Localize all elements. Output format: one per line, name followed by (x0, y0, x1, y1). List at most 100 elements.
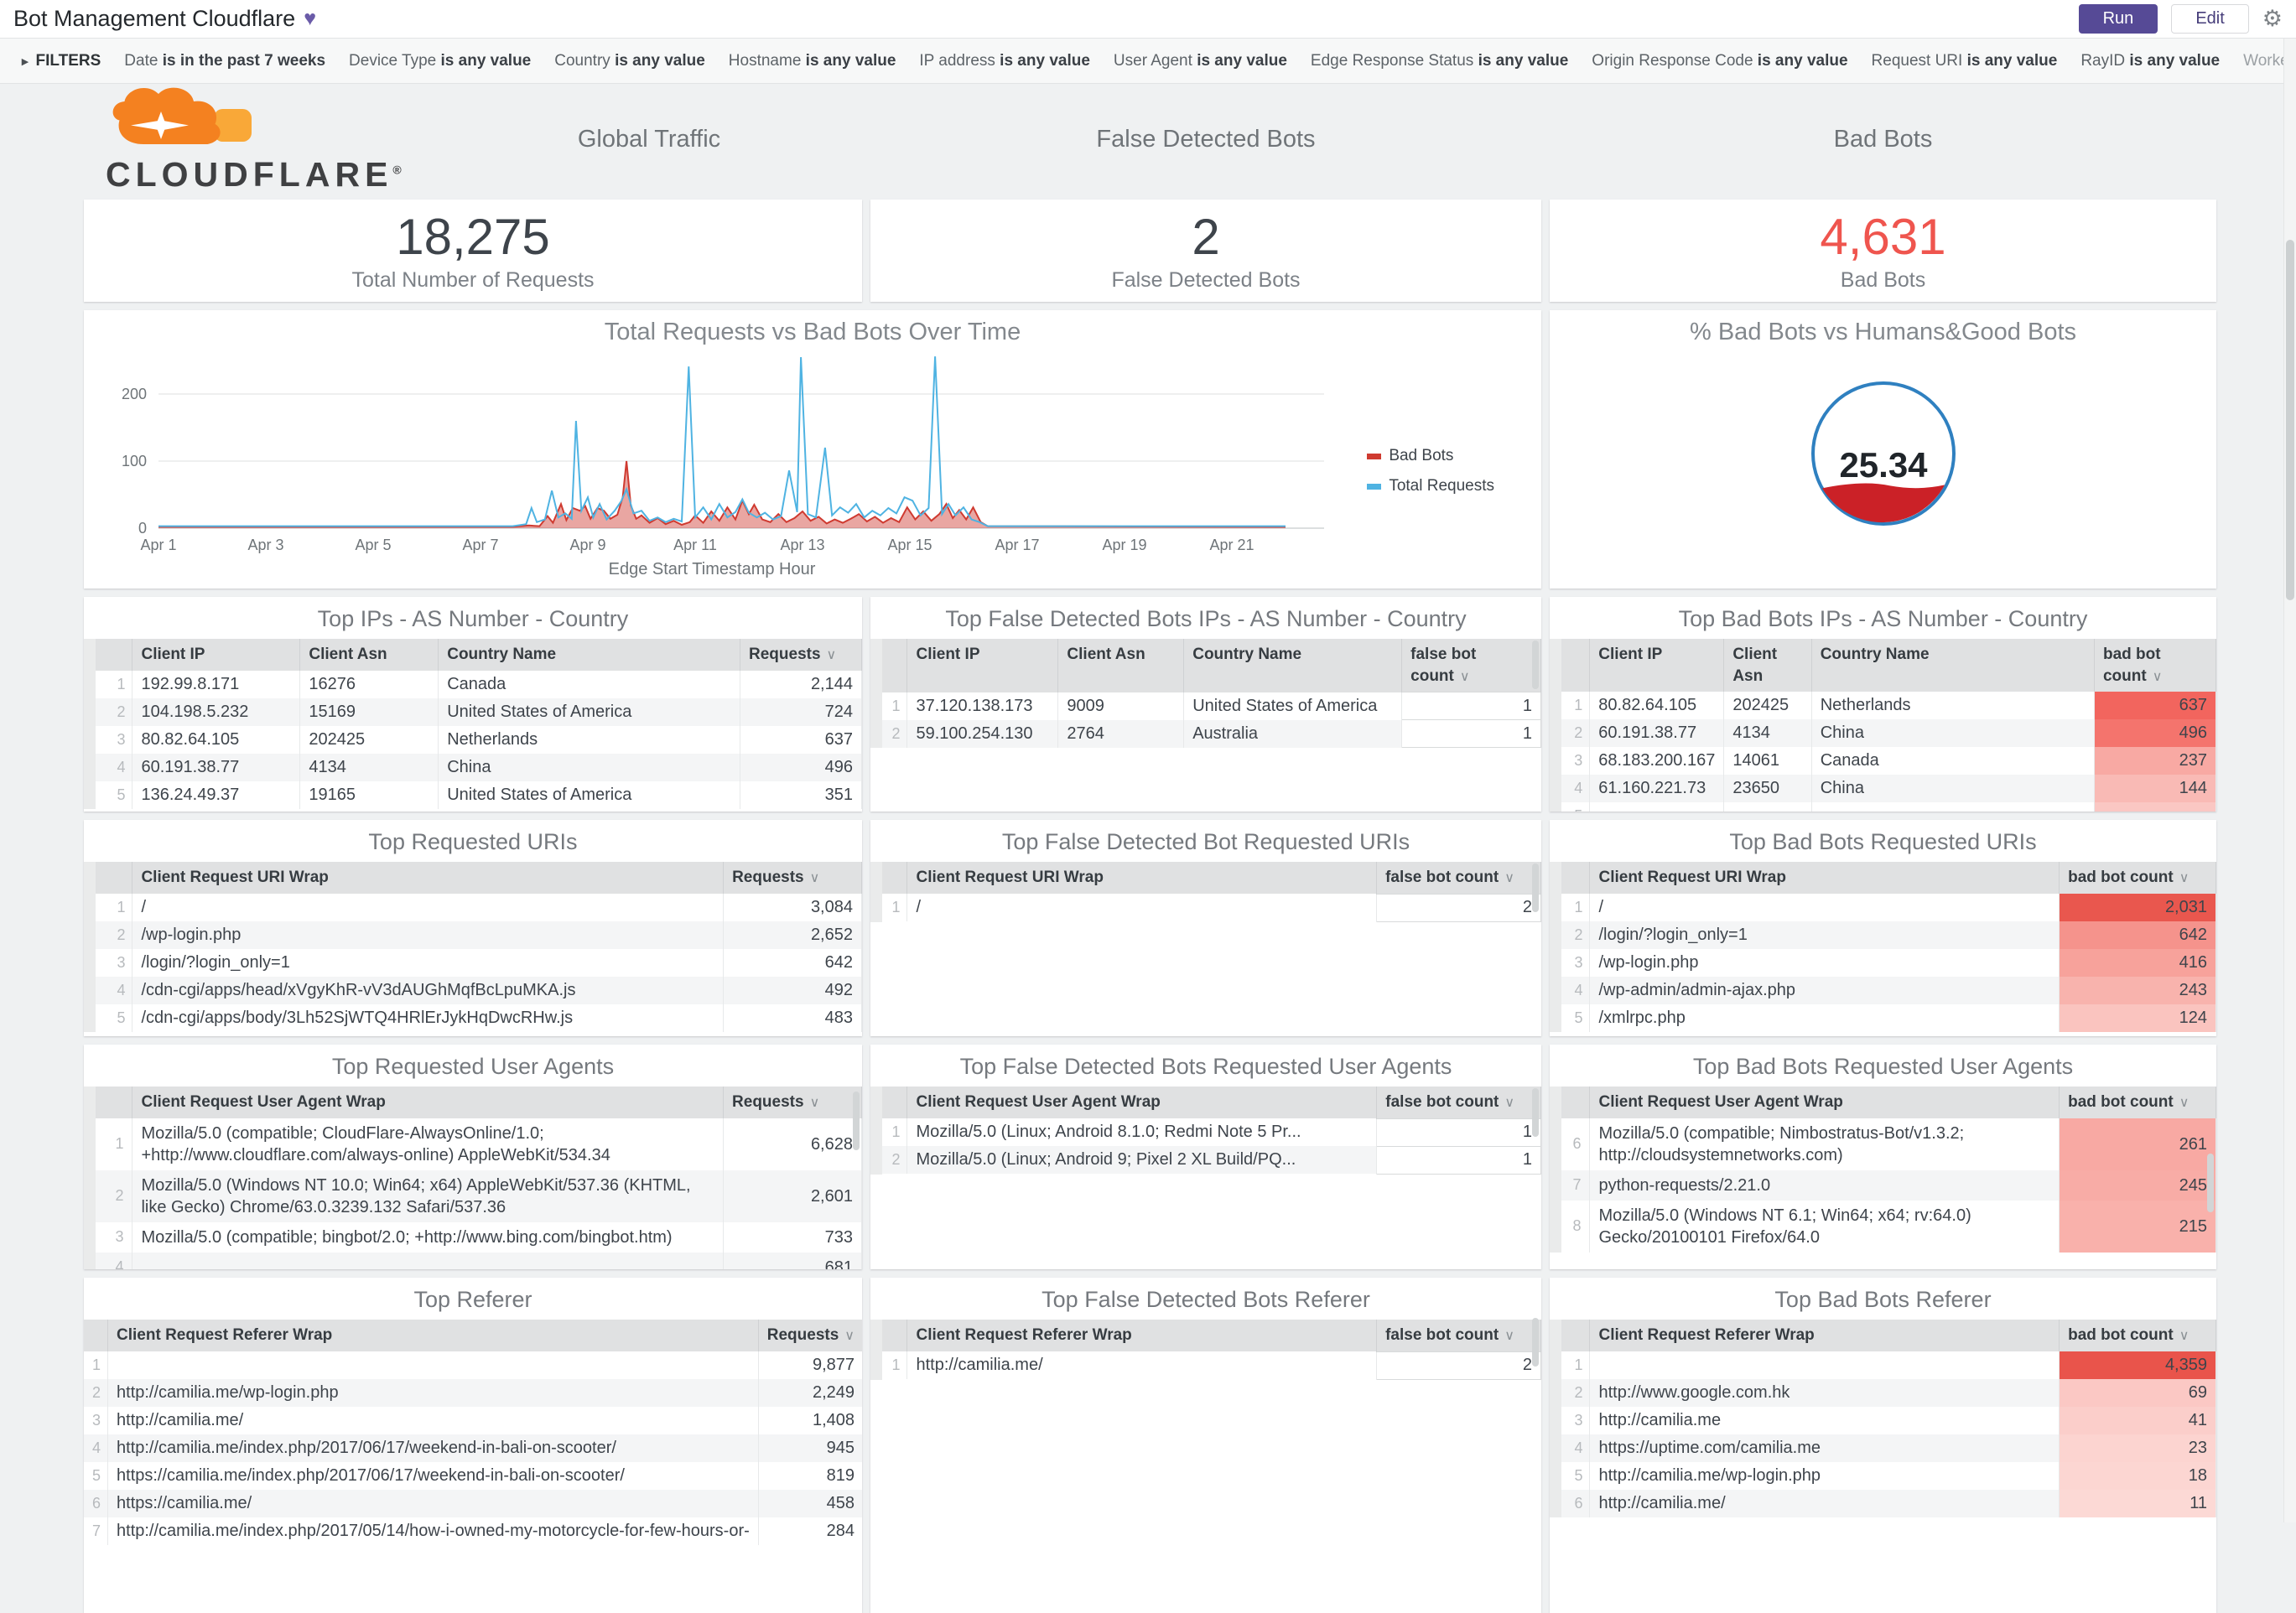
table-cell[interactable]: 192.99.8.171 (132, 670, 301, 698)
column-header[interactable]: Requests ∨ (723, 862, 862, 894)
table-cell[interactable]: Mozilla/5.0 (Windows NT 6.1; Win64; x64;… (1589, 1200, 2060, 1253)
table-cell[interactable]: 724 (740, 698, 862, 726)
column-header[interactable]: bad bot count ∨ (2059, 862, 2216, 894)
table-cell[interactable]: /cdn-cgi/apps/head/xVgyKhR-vV3dAUGhMqfBc… (132, 976, 725, 1004)
kpi-value[interactable]: 2 (870, 210, 1541, 265)
sort-caret-icon[interactable]: ∨ (844, 1329, 855, 1343)
table-cell[interactable]: Mozilla/5.0 (Linux; Android 9; Pixel 2 X… (906, 1146, 1378, 1175)
table-cell[interactable]: Canada (438, 670, 741, 698)
sort-caret-icon[interactable]: ∨ (810, 871, 820, 885)
column-header[interactable]: Client Request Referer Wrap (107, 1320, 759, 1351)
table-cell[interactable]: 733 (723, 1221, 862, 1253)
column-header[interactable]: Client Request URI Wrap (132, 862, 725, 894)
table-cell[interactable]: http://camilia.me/wp-login.php (1589, 1461, 2060, 1490)
table-cell[interactable]: 9009 (1057, 692, 1185, 720)
table-cell[interactable]: 136.24.49.37 (132, 781, 301, 809)
table-cell[interactable]: python-requests/2.21.0 (1589, 1170, 2060, 1201)
table-cell[interactable]: 245 (2059, 1170, 2216, 1201)
table-cell[interactable]: /wp-login.php (132, 921, 725, 949)
table-cell[interactable]: http://camilia.me/wp-login.php (107, 1378, 759, 1407)
table-cell[interactable]: 496 (740, 753, 862, 781)
table-cell[interactable]: 642 (723, 948, 862, 977)
table-cell[interactable]: 637 (2094, 692, 2216, 720)
sort-caret-icon[interactable]: ∨ (2179, 871, 2190, 885)
sort-caret-icon[interactable]: ∨ (1460, 670, 1470, 684)
table-cell[interactable]: 642 (2059, 921, 2216, 949)
table-cell[interactable]: / (132, 893, 725, 921)
table-cell[interactable]: United States of America (438, 781, 741, 809)
table-cell[interactable]: 3,084 (723, 893, 862, 921)
table-cell[interactable]: 1,408 (758, 1406, 862, 1434)
column-header[interactable]: Client Request User Agent Wrap (906, 1087, 1378, 1119)
table-cell[interactable]: 2 (1376, 1351, 1541, 1380)
table-cell[interactable]: 37.120.138.173 (906, 692, 1059, 720)
column-header[interactable]: Country Name (438, 639, 741, 671)
table-cell[interactable]: United States of America (1183, 692, 1403, 720)
edit-button[interactable]: Edit (2171, 4, 2249, 34)
table-cell[interactable]: 15169 (299, 698, 439, 726)
table-cell[interactable]: 284 (758, 1517, 862, 1545)
column-header[interactable]: bad bot count ∨ (2059, 1087, 2216, 1118)
table-cell[interactable]: 59.100.254.130 (906, 719, 1059, 748)
column-header[interactable]: Client Asn (1723, 639, 1812, 692)
run-button[interactable]: Run (2078, 4, 2158, 34)
table-cell[interactable]: 2764 (1057, 719, 1185, 748)
table-cell[interactable]: 80.82.64.105 (1589, 692, 1725, 720)
table-cell[interactable]: 6,628 (723, 1118, 862, 1170)
column-header[interactable]: false bot count ∨ (1401, 639, 1541, 692)
table-cell[interactable]: 23 (2059, 1434, 2216, 1462)
tile-scrollbar[interactable] (1532, 1088, 1539, 1137)
column-header[interactable]: Client IP (132, 639, 301, 671)
kpi-value[interactable]: 18,275 (84, 210, 862, 265)
table-cell[interactable]: 16276 (299, 670, 439, 698)
table-cell[interactable]: 1 (1401, 692, 1541, 721)
filter-chip[interactable]: Edge Response Status is any value (1311, 52, 1568, 70)
filter-chip[interactable]: Date is in the past 7 weeks (124, 52, 325, 70)
table-cell[interactable]: 2,601 (723, 1170, 862, 1222)
filters-toggle[interactable]: ▸ FILTERS (22, 52, 101, 70)
filter-chip[interactable]: Origin Response Code is any value (1592, 52, 1847, 70)
table-cell[interactable]: Australia (1183, 719, 1403, 748)
table-cell[interactable]: 23650 (1723, 775, 1812, 803)
legend-item[interactable]: Bad Bots (1367, 447, 1494, 465)
sort-caret-icon[interactable]: ∨ (2179, 1329, 2190, 1343)
table-cell[interactable]: http://camilia.me/ (1589, 1489, 2060, 1517)
table-cell[interactable]: /xmlrpc.php (1589, 1004, 2060, 1032)
column-header[interactable]: bad bot count ∨ (2059, 1320, 2216, 1351)
table-cell[interactable]: http://camilia.me/ (906, 1351, 1378, 1380)
sort-caret-icon[interactable]: ∨ (2179, 1096, 2190, 1110)
table-cell[interactable]: 819 (758, 1461, 862, 1490)
sort-caret-icon[interactable]: ∨ (1504, 1329, 1514, 1343)
table-cell[interactable]: /login/?login_only=1 (132, 948, 725, 977)
table-cell[interactable]: /wp-login.php (1589, 948, 2060, 977)
table-cell[interactable]: 496 (2094, 719, 2216, 748)
table-cell[interactable]: 202425 (1723, 692, 1812, 720)
table-cell[interactable]: Netherlands (1811, 692, 2095, 720)
legend-item[interactable]: Total Requests (1367, 477, 1494, 495)
table-cell[interactable]: 41 (2059, 1406, 2216, 1434)
table-cell[interactable] (1723, 802, 1812, 812)
tile-scrollbar[interactable] (1532, 864, 1539, 912)
table-cell[interactable]: https://uptime.com/camilia.me (1589, 1434, 2060, 1462)
filter-chip[interactable]: User Agent is any value (1114, 52, 1287, 70)
filter-chip[interactable]: Device Type is any value (349, 52, 531, 70)
table-cell[interactable] (1811, 802, 2095, 812)
table-cell[interactable] (107, 1351, 759, 1379)
table-cell[interactable]: http://camilia.me/index.php/2017/06/17/w… (107, 1434, 759, 1462)
filter-chip[interactable]: RayID is any value (2080, 52, 2220, 70)
table-cell[interactable]: 202425 (299, 725, 439, 754)
table-cell[interactable]: Mozilla/5.0 (compatible; CloudFlare-Alwa… (132, 1118, 725, 1170)
sort-caret-icon[interactable]: ∨ (810, 1096, 820, 1110)
table-cell[interactable]: http://www.google.com.hk (1589, 1378, 2060, 1407)
page-scrollbar[interactable] (2283, 39, 2296, 1522)
column-header[interactable]: Client Asn (1057, 639, 1185, 692)
table-cell[interactable]: 80.82.64.105 (132, 725, 301, 754)
filter-chip[interactable]: Country is any value (554, 52, 705, 70)
column-header[interactable]: Client IP (906, 639, 1059, 692)
table-cell[interactable]: 4134 (1723, 719, 1812, 748)
table-cell[interactable]: 1 (1376, 1118, 1541, 1147)
table-cell[interactable]: 4134 (299, 753, 439, 781)
table-cell[interactable]: 458 (758, 1489, 862, 1517)
column-header[interactable]: false bot count ∨ (1376, 1320, 1541, 1352)
gear-icon[interactable]: ⚙ (2262, 8, 2283, 30)
